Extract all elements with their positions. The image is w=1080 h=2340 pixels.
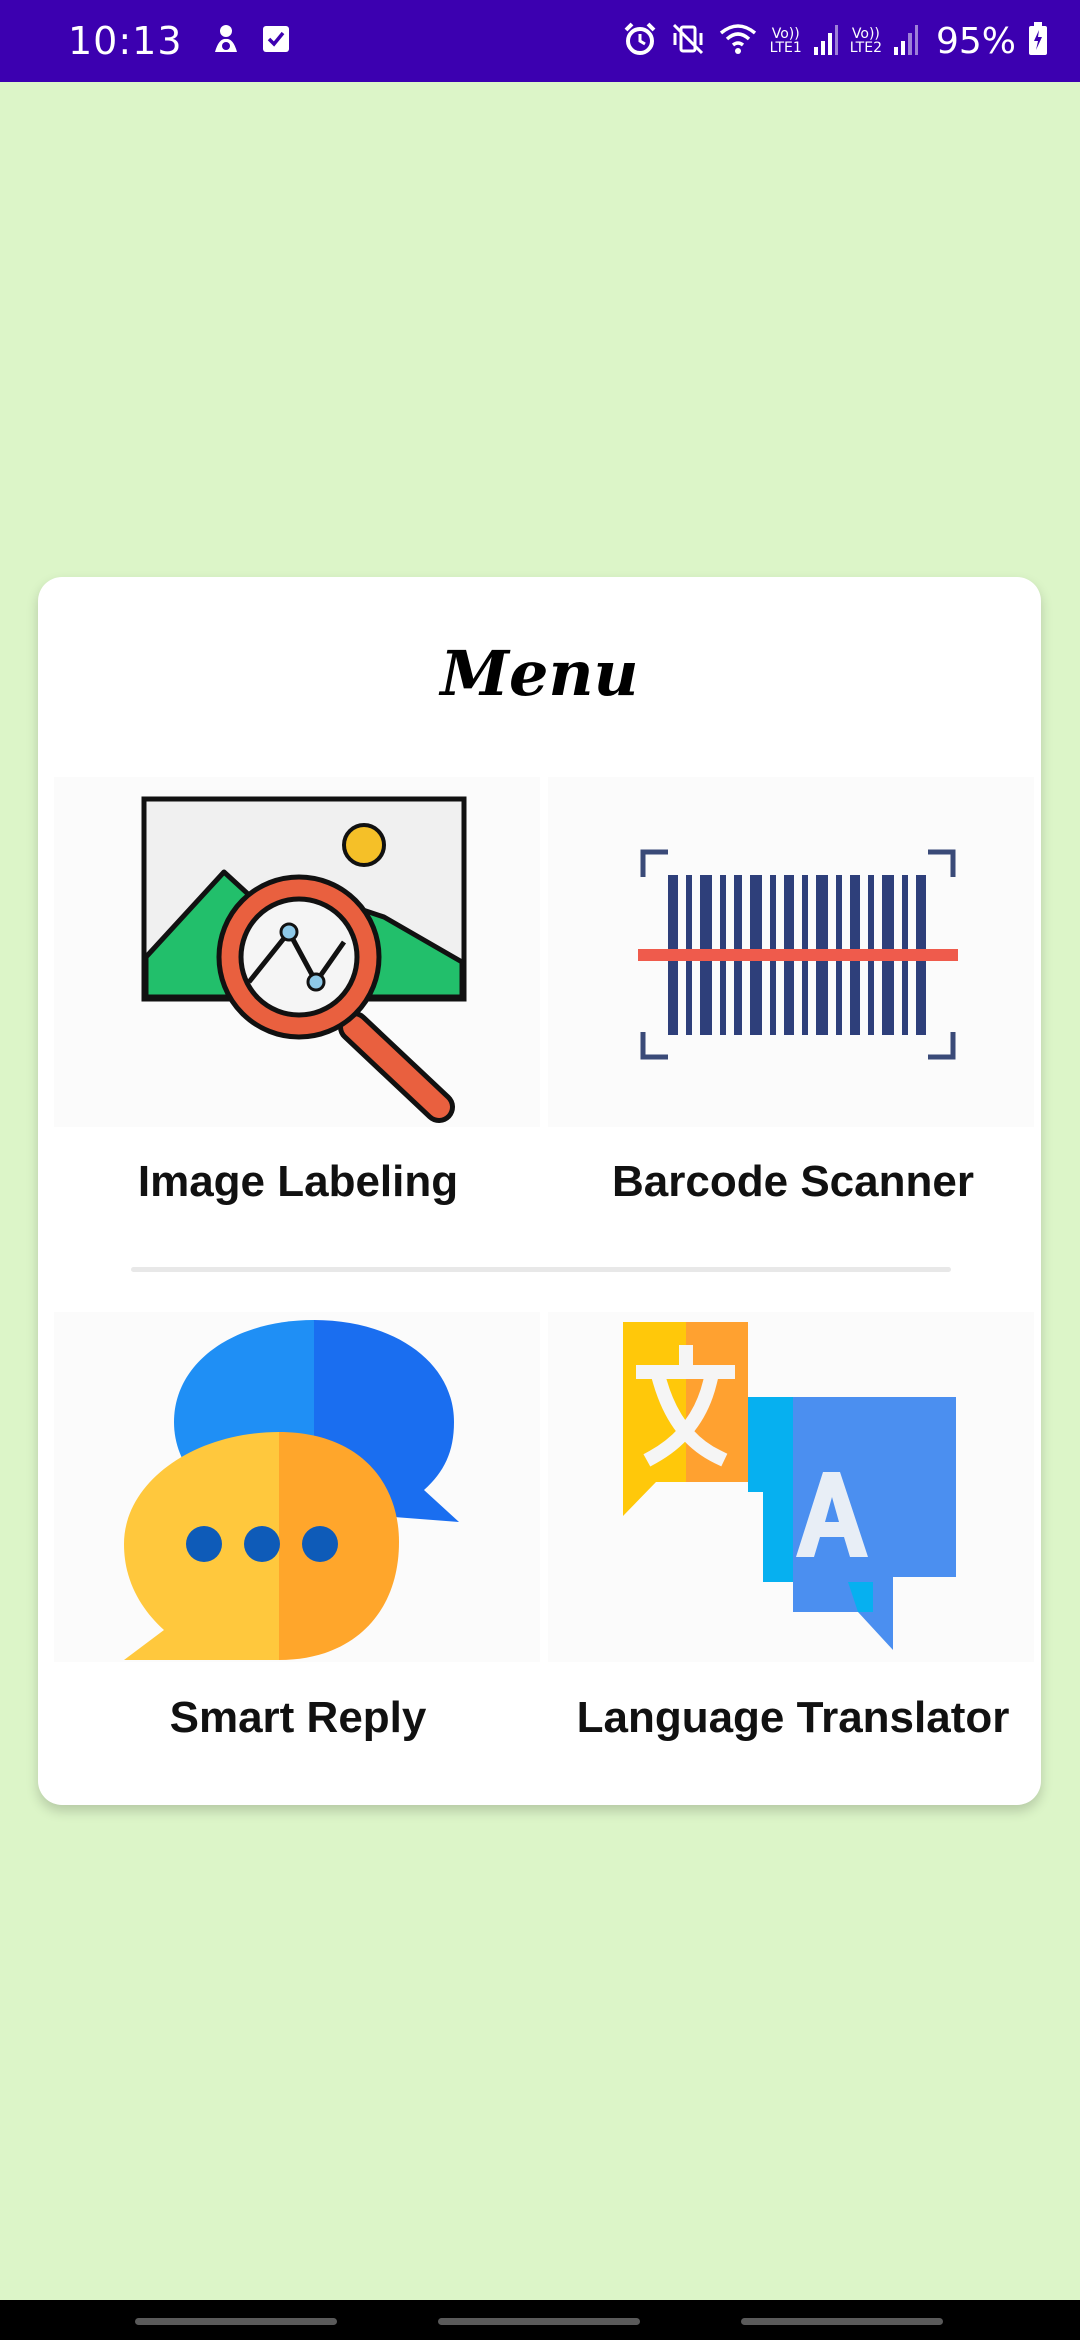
barcode-scanner-label: Barcode Scanner <box>612 1157 974 1206</box>
menu-card: Menu Image Labeling Barcode Scanner Smar… <box>38 577 1041 1805</box>
nav-back-handle[interactable] <box>741 2318 943 2325</box>
alarm-icon <box>622 21 658 62</box>
status-bar: 10:13 Vo)) LTE1 Vo)) LTE2 95% <box>0 0 1080 82</box>
vibrate-icon <box>670 21 706 62</box>
wifi-icon <box>718 21 758 62</box>
smart-reply-button[interactable] <box>54 1312 540 1662</box>
smart-reply-label: Smart Reply <box>169 1693 427 1742</box>
chat-bubbles-icon <box>54 1312 540 1662</box>
nav-recent-apps-handle[interactable] <box>135 2318 337 2325</box>
battery-percent: 95% <box>935 20 1016 62</box>
battery-icon <box>1028 21 1048 61</box>
barcode-scanner-button[interactable] <box>548 777 1034 1127</box>
menu-title: Menu <box>440 637 639 710</box>
language-translator-label: Language Translator <box>576 1693 1010 1742</box>
image-labeling-label: Image Labeling <box>137 1157 459 1206</box>
divider <box>131 1267 951 1272</box>
barcode-icon <box>548 777 1034 1127</box>
sim2-network: Vo)) LTE2 <box>849 26 882 56</box>
signal-icon <box>813 23 838 60</box>
navigation-bar <box>0 2300 1080 2340</box>
image-search-icon <box>54 777 540 1127</box>
signal-icon <box>893 23 918 60</box>
image-labeling-button[interactable] <box>54 777 540 1127</box>
language-translator-button[interactable] <box>548 1312 1034 1662</box>
app-notification-icon <box>209 22 243 61</box>
status-time: 10:13 <box>68 19 183 63</box>
sim1-network: Vo)) LTE1 <box>769 26 802 56</box>
nav-home-handle[interactable] <box>438 2318 640 2325</box>
translate-icon <box>548 1312 1034 1662</box>
checkbox-icon <box>261 24 291 59</box>
